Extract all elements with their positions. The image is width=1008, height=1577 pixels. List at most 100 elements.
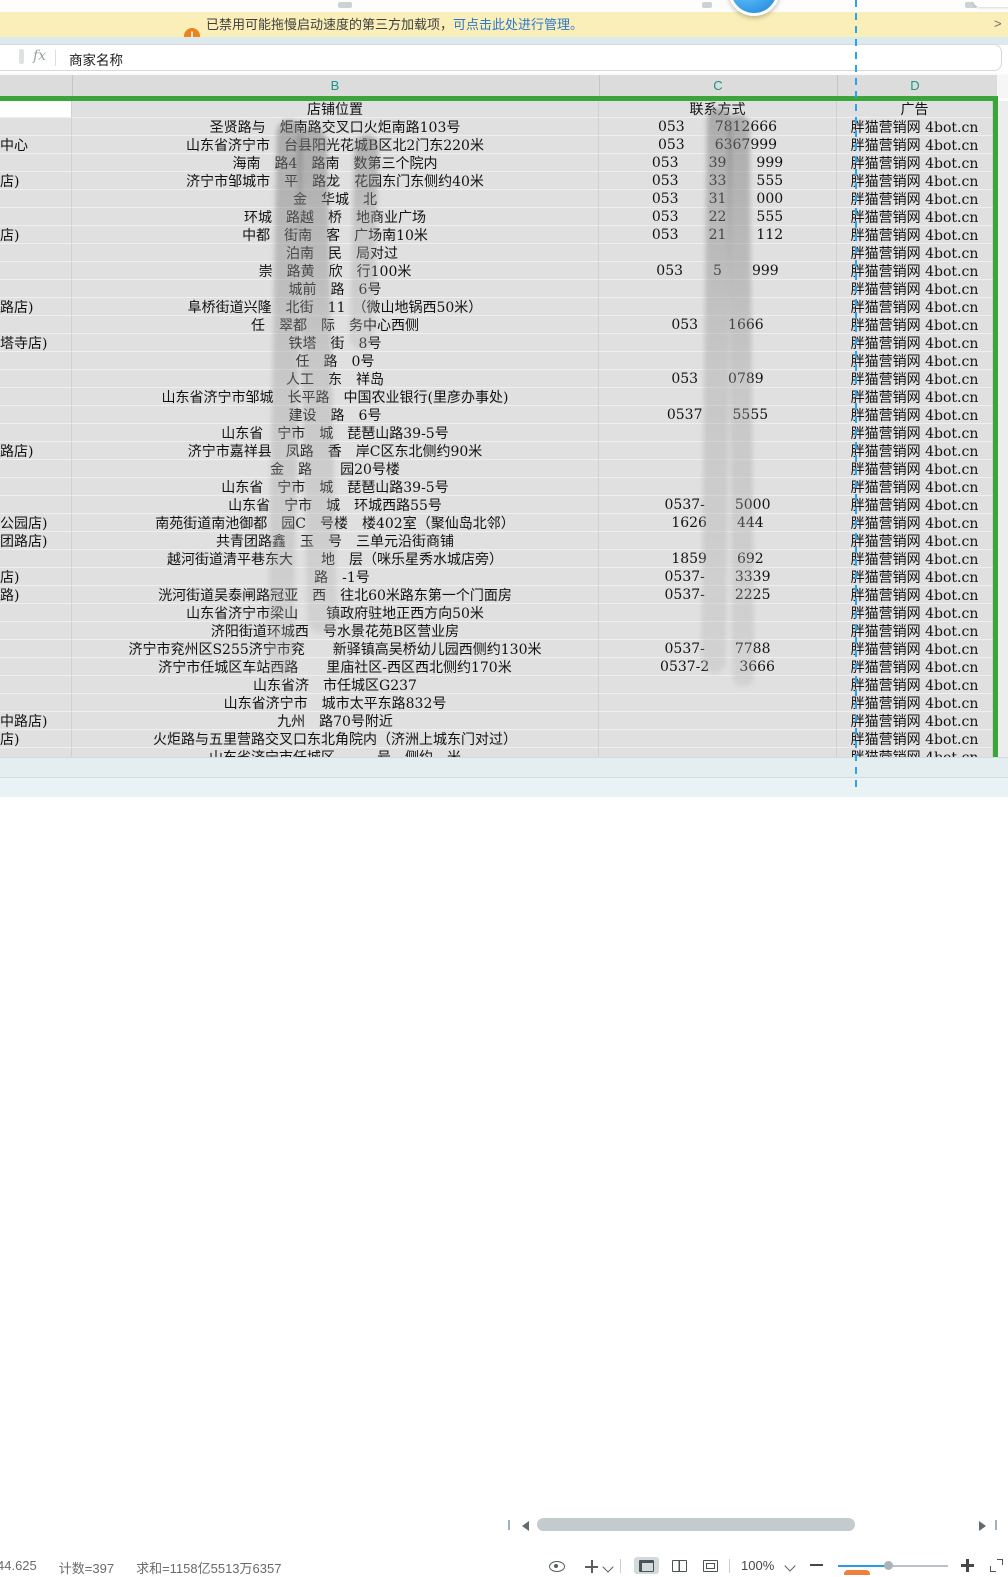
zoom-chevron-icon[interactable] bbox=[784, 1560, 795, 1571]
cell-b[interactable]: 铁塔 街 8号 bbox=[72, 334, 599, 352]
pan-mode-icon[interactable] bbox=[585, 1560, 598, 1573]
cell-a[interactable] bbox=[0, 676, 72, 694]
cell-a[interactable] bbox=[0, 244, 72, 262]
cell-a[interactable] bbox=[0, 460, 72, 478]
banner-manage-link[interactable]: 可点击此处进行管理。 bbox=[453, 17, 583, 32]
cell-d[interactable]: 胖猫营销网 4bot.cn bbox=[837, 244, 993, 262]
cell-d[interactable]: 胖猫营销网 4bot.cn bbox=[837, 406, 993, 424]
cell-a[interactable]: 店) bbox=[0, 730, 72, 748]
cell-d[interactable]: 胖猫营销网 4bot.cn bbox=[837, 280, 993, 298]
cell-d[interactable]: 胖猫营销网 4bot.cn bbox=[837, 568, 993, 586]
cell-b[interactable]: 山东省济 市任城区G237 bbox=[72, 676, 599, 694]
cell-d[interactable]: 胖猫营销网 4bot.cn bbox=[837, 622, 993, 640]
cell-b[interactable]: 任 路 0号 bbox=[72, 352, 599, 370]
cell-b[interactable]: 济宁市嘉祥县 凤路 香 岸C区东北侧约90米 bbox=[72, 442, 599, 460]
cell-b[interactable]: 山东省 宁市 城 琵琶山路39-5号 bbox=[72, 424, 599, 442]
cell-a[interactable]: 中心 bbox=[0, 136, 72, 154]
zoom-out-icon[interactable] bbox=[810, 1564, 823, 1566]
cell-b[interactable]: 人工 东 祥岛 bbox=[72, 370, 599, 388]
cell-a[interactable] bbox=[0, 388, 72, 406]
cell-c[interactable] bbox=[599, 712, 837, 730]
cell-a[interactable] bbox=[0, 190, 72, 208]
cell-a[interactable] bbox=[0, 154, 72, 172]
column-header-c[interactable]: C bbox=[698, 78, 738, 93]
cell-a[interactable] bbox=[0, 208, 72, 226]
cell-d[interactable]: 胖猫营销网 4bot.cn bbox=[837, 460, 993, 478]
cell-b[interactable]: 阜桥街道兴隆 北街 11 （微山地锅西50米） bbox=[72, 298, 599, 316]
cell-a[interactable]: 路店) bbox=[0, 298, 72, 316]
cell-a[interactable] bbox=[0, 622, 72, 640]
cell-c[interactable] bbox=[599, 676, 837, 694]
column-header-b[interactable]: B bbox=[315, 78, 355, 93]
cell-b[interactable]: 金 华城 北 bbox=[72, 190, 599, 208]
column-header-d[interactable]: D bbox=[895, 78, 935, 93]
cell-c[interactable] bbox=[599, 748, 837, 757]
cell-a[interactable] bbox=[0, 316, 72, 334]
cell-b[interactable]: 济宁市任城区车站西路 里庙社区-西区西北侧约170米 bbox=[72, 658, 599, 676]
cell-a[interactable] bbox=[0, 658, 72, 676]
cell-d[interactable]: 胖猫营销网 4bot.cn bbox=[837, 316, 993, 334]
cell-a[interactable] bbox=[0, 406, 72, 424]
cell-a[interactable]: 路) bbox=[0, 586, 72, 604]
cell-a[interactable] bbox=[0, 550, 72, 568]
cell-d[interactable]: 胖猫营销网 4bot.cn bbox=[837, 370, 993, 388]
cell-a-active[interactable] bbox=[0, 101, 72, 118]
cell-b[interactable]: 火炬路与五里营路交叉口东北角院内（济洲上城东门对过） bbox=[72, 730, 599, 748]
cell-a[interactable] bbox=[0, 694, 72, 712]
cell-d[interactable]: 胖猫营销网 4bot.cn bbox=[837, 442, 993, 460]
cell-a[interactable] bbox=[0, 370, 72, 388]
cell-d[interactable]: 胖猫营销网 4bot.cn bbox=[837, 352, 993, 370]
cell-b[interactable]: 九州 路70号附近 bbox=[72, 712, 599, 730]
zoom-slider-knob[interactable] bbox=[884, 1561, 893, 1570]
cell-a[interactable]: 塔寺店) bbox=[0, 334, 72, 352]
view-page-layout-icon[interactable] bbox=[672, 1560, 687, 1572]
cell-d[interactable]: 胖猫营销网 4bot.cn bbox=[837, 334, 993, 352]
cell-d[interactable]: 胖猫营销网 4bot.cn bbox=[837, 604, 993, 622]
cell-b[interactable]: 圣贤路与 炬南路交叉口火炬南路103号 bbox=[72, 118, 599, 136]
cell-b[interactable]: 山东省济宁市邹城 长平路 中国农业银行(里彦办事处) bbox=[72, 388, 599, 406]
cell-a[interactable] bbox=[0, 748, 72, 757]
cell-b[interactable]: 济宁市邹城市 平 路龙 花园东门东侧约40米 bbox=[72, 172, 599, 190]
cell-d[interactable]: 胖猫营销网 4bot.cn bbox=[837, 118, 993, 136]
cell-d[interactable]: 胖猫营销网 4bot.cn bbox=[837, 694, 993, 712]
cell-b[interactable]: 建设 路 6号 bbox=[72, 406, 599, 424]
cell-d[interactable]: 胖猫营销网 4bot.cn bbox=[837, 748, 993, 757]
cell-a[interactable]: 公园店) bbox=[0, 514, 72, 532]
cell-a[interactable] bbox=[0, 280, 72, 298]
cell-b[interactable]: 崇 路黄 欣 行100米 bbox=[72, 262, 599, 280]
cell-b[interactable]: 济宁市兖州区S255济宁市兖 新驿镇高吴桥幼儿园西侧约130米 bbox=[72, 640, 599, 658]
view-normal-icon[interactable] bbox=[639, 1560, 654, 1572]
cell-a[interactable] bbox=[0, 262, 72, 280]
banner-collapse-chevron-icon[interactable]: > bbox=[994, 12, 1002, 37]
view-page-break-icon[interactable] bbox=[703, 1560, 718, 1572]
cell-b[interactable]: 海南 路4 路南 数第三个院内 bbox=[72, 154, 599, 172]
zoom-level[interactable]: 100% bbox=[741, 1558, 774, 1573]
cell-d[interactable]: 胖猫营销网 4bot.cn bbox=[837, 154, 993, 172]
cell-a[interactable]: 店) bbox=[0, 568, 72, 586]
cell-a[interactable] bbox=[0, 604, 72, 622]
cell-d[interactable]: 胖猫营销网 4bot.cn bbox=[837, 640, 993, 658]
cell-a[interactable]: 店) bbox=[0, 226, 72, 244]
cell-d[interactable]: 胖猫营销网 4bot.cn bbox=[837, 478, 993, 496]
scroll-right-arrow-icon[interactable] bbox=[979, 1521, 986, 1531]
cell-d[interactable]: 胖猫营销网 4bot.cn bbox=[837, 424, 993, 442]
fullscreen-icon[interactable] bbox=[990, 1559, 1003, 1572]
cell-d[interactable]: 胖猫营销网 4bot.cn bbox=[837, 226, 993, 244]
header-cell-location[interactable]: 店铺位置 bbox=[72, 101, 599, 118]
formula-bar-value[interactable]: 商家名称 bbox=[69, 49, 123, 69]
zoom-in-icon[interactable] bbox=[961, 1559, 974, 1572]
cell-a[interactable]: 团路店) bbox=[0, 532, 72, 550]
cell-a[interactable]: 路店) bbox=[0, 442, 72, 460]
cell-d[interactable]: 胖猫营销网 4bot.cn bbox=[837, 532, 993, 550]
cell-a[interactable]: 店) bbox=[0, 172, 72, 190]
cell-c[interactable] bbox=[599, 694, 837, 712]
scrollbar-thumb[interactable] bbox=[537, 1518, 855, 1531]
cell-b[interactable]: 金 路 园20号楼 bbox=[72, 460, 599, 478]
cell-d[interactable]: 胖猫营销网 4bot.cn bbox=[837, 676, 993, 694]
cell-b[interactable]: 山东省 宁市 城 环城西路55号 bbox=[72, 496, 599, 514]
cell-d[interactable]: 胖猫营销网 4bot.cn bbox=[837, 514, 993, 532]
eye-protect-icon[interactable] bbox=[549, 1561, 565, 1572]
cell-d[interactable]: 胖猫营销网 4bot.cn bbox=[837, 298, 993, 316]
cell-d[interactable]: 胖猫营销网 4bot.cn bbox=[837, 262, 993, 280]
cell-b[interactable]: 任 翠都 际 务中心西侧 bbox=[72, 316, 599, 334]
